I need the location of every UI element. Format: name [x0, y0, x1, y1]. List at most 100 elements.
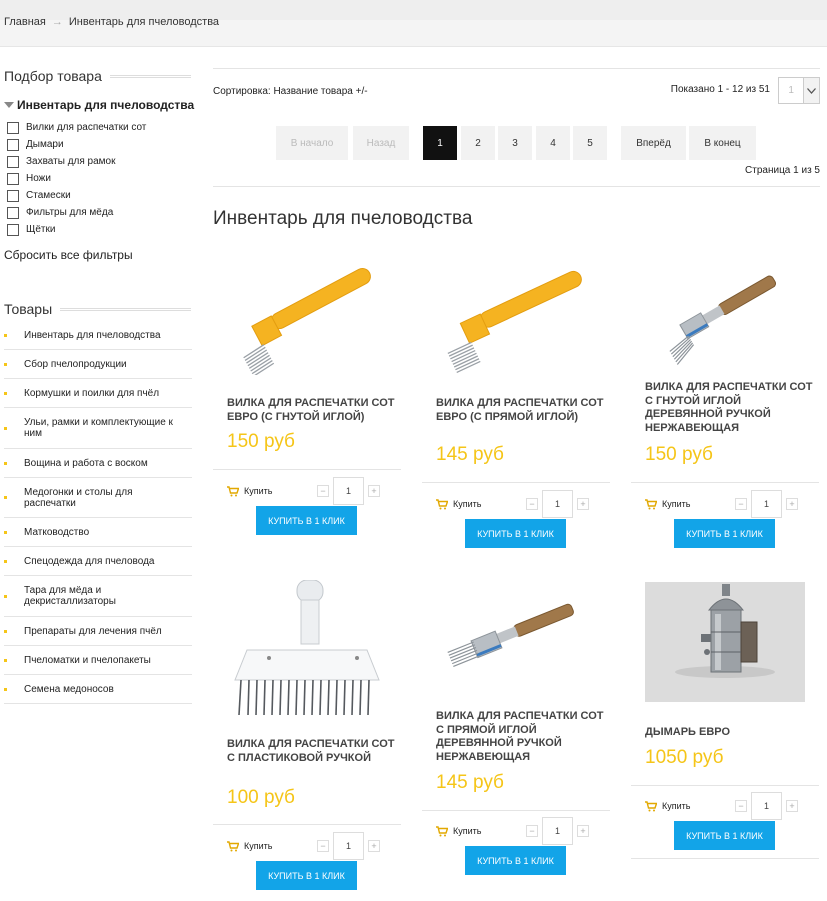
checkbox[interactable]: [7, 206, 19, 219]
product-image-yellow-fork[interactable]: [227, 255, 387, 375]
buy-button[interactable]: Купить: [453, 826, 481, 836]
filter-option[interactable]: Щётки: [7, 221, 146, 238]
breadcrumb-home[interactable]: Главная: [4, 16, 46, 28]
filter-option[interactable]: Дымари: [7, 136, 146, 153]
checkbox[interactable]: [7, 189, 19, 202]
cart-icon: [227, 840, 239, 851]
qty-minus-button[interactable]: −: [526, 498, 538, 510]
filter-option-label: Стамески: [26, 190, 71, 201]
product-name[interactable]: Вилка для распечатки сот с пластиковой р…: [227, 738, 397, 765]
qty-minus-button[interactable]: −: [526, 825, 538, 837]
cart-icon: [645, 498, 657, 509]
pager-page-button[interactable]: 2: [461, 126, 495, 160]
buy-one-click-button[interactable]: Купить в 1 клик: [465, 519, 566, 548]
buy-button[interactable]: Купить: [244, 486, 272, 496]
category-item[interactable]: Инвентарь для пчеловодства: [4, 321, 192, 350]
quantity-stepper: − 1 +: [735, 792, 798, 820]
product-image-wooden-fork[interactable]: [645, 255, 805, 375]
product-price: 150 руб: [645, 444, 713, 465]
qty-plus-button[interactable]: +: [368, 485, 380, 497]
breadcrumb-current: Инвентарь для пчеловодства: [68, 16, 220, 28]
qty-plus-button[interactable]: +: [786, 498, 798, 510]
qty-input[interactable]: 1: [542, 817, 573, 845]
category-item[interactable]: Пчеломатки и пчелопакеты: [4, 646, 192, 675]
qty-input[interactable]: 1: [542, 490, 573, 518]
category-item[interactable]: Сбор пчелопродукции: [4, 350, 192, 379]
category-item[interactable]: Вощина и работа с воском: [4, 449, 192, 478]
category-item[interactable]: Кормушки и поилки для пчёл: [4, 379, 192, 408]
pager-page-button[interactable]: 3: [498, 126, 532, 160]
filter-option[interactable]: Ножи: [7, 170, 146, 187]
buy-button[interactable]: Купить: [453, 499, 481, 509]
category-list: Инвентарь для пчеловодства Сбор пчелопро…: [4, 321, 192, 704]
qty-input[interactable]: 1: [751, 490, 782, 518]
bullet-icon: [4, 362, 7, 366]
filter-option[interactable]: Стамески: [7, 187, 146, 204]
bullet-icon: [4, 333, 7, 337]
product-image-bee-smoker[interactable]: [645, 582, 805, 702]
product-name[interactable]: Вилка для распечатки сот с гнутой иглой …: [645, 381, 815, 435]
product-image-yellow-fork[interactable]: [436, 255, 596, 375]
product-image-wooden-fork[interactable]: [436, 580, 596, 700]
filter-group-toggle[interactable]: Инвентарь для пчеловодства: [4, 98, 194, 112]
category-item[interactable]: Семена медоносов: [4, 675, 192, 704]
buy-button[interactable]: Купить: [662, 801, 690, 811]
pager-page-button[interactable]: 4: [536, 126, 570, 160]
qty-minus-button[interactable]: −: [317, 485, 329, 497]
quantity-stepper: − 1 +: [317, 832, 380, 860]
checkbox[interactable]: [7, 155, 19, 168]
qty-plus-button[interactable]: +: [368, 840, 380, 852]
qty-input[interactable]: 1: [333, 832, 364, 860]
divider: [213, 824, 401, 825]
qty-plus-button[interactable]: +: [577, 825, 589, 837]
bullet-icon: [4, 461, 7, 465]
pager-first-button[interactable]: В начало: [276, 126, 348, 160]
quantity-stepper: − 1 +: [317, 477, 380, 505]
chevron-down-icon[interactable]: [803, 78, 819, 103]
buy-one-click-button[interactable]: Купить в 1 клик: [256, 506, 357, 535]
pager-last-button[interactable]: В конец: [689, 126, 756, 160]
category-item[interactable]: Препараты для лечения пчёл: [4, 617, 192, 646]
qty-input[interactable]: 1: [751, 792, 782, 820]
qty-minus-button[interactable]: −: [735, 800, 747, 812]
category-item[interactable]: Тара для мёда и декристаллизаторы: [4, 576, 192, 617]
qty-minus-button[interactable]: −: [735, 498, 747, 510]
product-name[interactable]: Вилка для распечатки сот евро (с гнутой …: [227, 397, 397, 424]
category-item[interactable]: Матководство: [4, 518, 192, 547]
bullet-icon: [4, 594, 7, 598]
buy-one-click-button[interactable]: Купить в 1 клик: [674, 519, 775, 548]
qty-plus-button[interactable]: +: [786, 800, 798, 812]
per-page-select[interactable]: 1: [778, 77, 820, 104]
qty-plus-button[interactable]: +: [577, 498, 589, 510]
product-image-plastic-fork[interactable]: [227, 580, 387, 720]
category-item[interactable]: Ульи, рамки и комплектующие к ним: [4, 408, 192, 449]
product-name[interactable]: Вилка для распечатки сот евро (с прямой …: [436, 397, 606, 424]
buy-one-click-button[interactable]: Купить в 1 клик: [256, 861, 357, 890]
breadcrumb-arrow-icon: →: [51, 16, 63, 28]
checkbox[interactable]: [7, 121, 19, 134]
filter-option[interactable]: Вилки для распечатки сот: [7, 119, 146, 136]
category-item[interactable]: Спецодежда для пчеловода: [4, 547, 192, 576]
reset-filters-link[interactable]: Сбросить все фильтры: [4, 248, 133, 262]
pager-prev-button[interactable]: Назад: [353, 126, 409, 160]
filter-option[interactable]: Захваты для рамок: [7, 153, 146, 170]
category-label: Матководство: [24, 526, 90, 538]
qty-minus-button[interactable]: −: [317, 840, 329, 852]
checkbox[interactable]: [7, 223, 19, 236]
checkbox[interactable]: [7, 172, 19, 185]
category-item[interactable]: Медогонки и столы для распечатки: [4, 478, 192, 518]
buy-button[interactable]: Купить: [244, 841, 272, 851]
filter-option[interactable]: Фильтры для мёда: [7, 204, 146, 221]
qty-input[interactable]: 1: [333, 477, 364, 505]
buy-one-click-button[interactable]: Купить в 1 клик: [674, 821, 775, 850]
buy-one-click-button[interactable]: Купить в 1 клик: [465, 846, 566, 875]
sort-control[interactable]: Сортировка: Название товара +/-: [213, 86, 368, 97]
product-name[interactable]: Дымарь евро: [645, 726, 815, 740]
pager-page-button[interactable]: 1: [423, 126, 457, 160]
pager-page-button[interactable]: 5: [573, 126, 607, 160]
buy-button[interactable]: Купить: [662, 499, 690, 509]
filter-panel-title: Подбор товара: [0, 68, 195, 84]
pager-next-button[interactable]: Вперёд: [621, 126, 686, 160]
checkbox[interactable]: [7, 138, 19, 151]
product-name[interactable]: Вилка для распечатки сот с прямой иглой …: [436, 710, 606, 764]
